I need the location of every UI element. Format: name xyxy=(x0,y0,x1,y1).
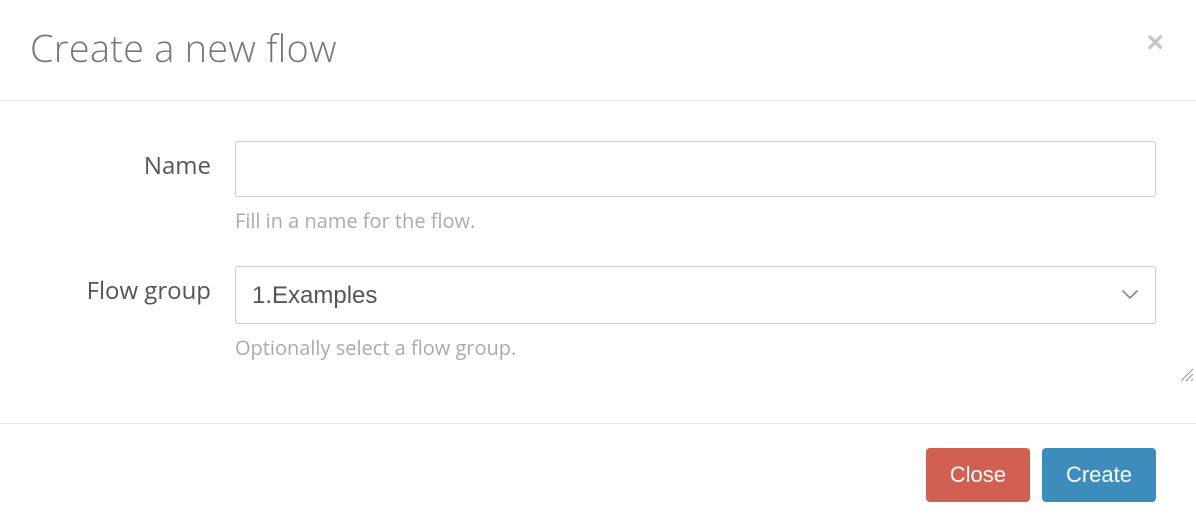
resize-handle-icon[interactable] xyxy=(1178,365,1194,381)
flow-group-help-text: Optionally select a flow group. xyxy=(235,334,1156,361)
name-control-wrap: Fill in a name for the flow. xyxy=(235,141,1156,234)
form-row-name: Name Fill in a name for the flow. xyxy=(40,141,1156,234)
flow-group-select[interactable]: 1.Examples xyxy=(235,266,1156,324)
modal-footer: Close Create xyxy=(0,423,1196,526)
create-flow-modal: Create a new flow × Name Fill in a name … xyxy=(0,0,1196,509)
flow-group-control-wrap: 1.Examples Optionally select a flow grou… xyxy=(235,266,1156,361)
name-label: Name xyxy=(40,141,235,182)
form-row-flow-group: Flow group 1.Examples Optionally select … xyxy=(40,266,1156,361)
modal-body: Name Fill in a name for the flow. Flow g… xyxy=(0,101,1196,423)
modal-header: Create a new flow × xyxy=(0,0,1196,101)
create-button[interactable]: Create xyxy=(1042,448,1156,502)
flow-group-label: Flow group xyxy=(40,266,235,307)
name-input[interactable] xyxy=(235,141,1156,197)
name-help-text: Fill in a name for the flow. xyxy=(235,207,1156,234)
flow-group-select-wrap: 1.Examples xyxy=(235,266,1156,324)
close-icon[interactable]: × xyxy=(1146,22,1166,58)
modal-title: Create a new flow xyxy=(30,22,337,74)
close-button[interactable]: Close xyxy=(926,448,1030,502)
